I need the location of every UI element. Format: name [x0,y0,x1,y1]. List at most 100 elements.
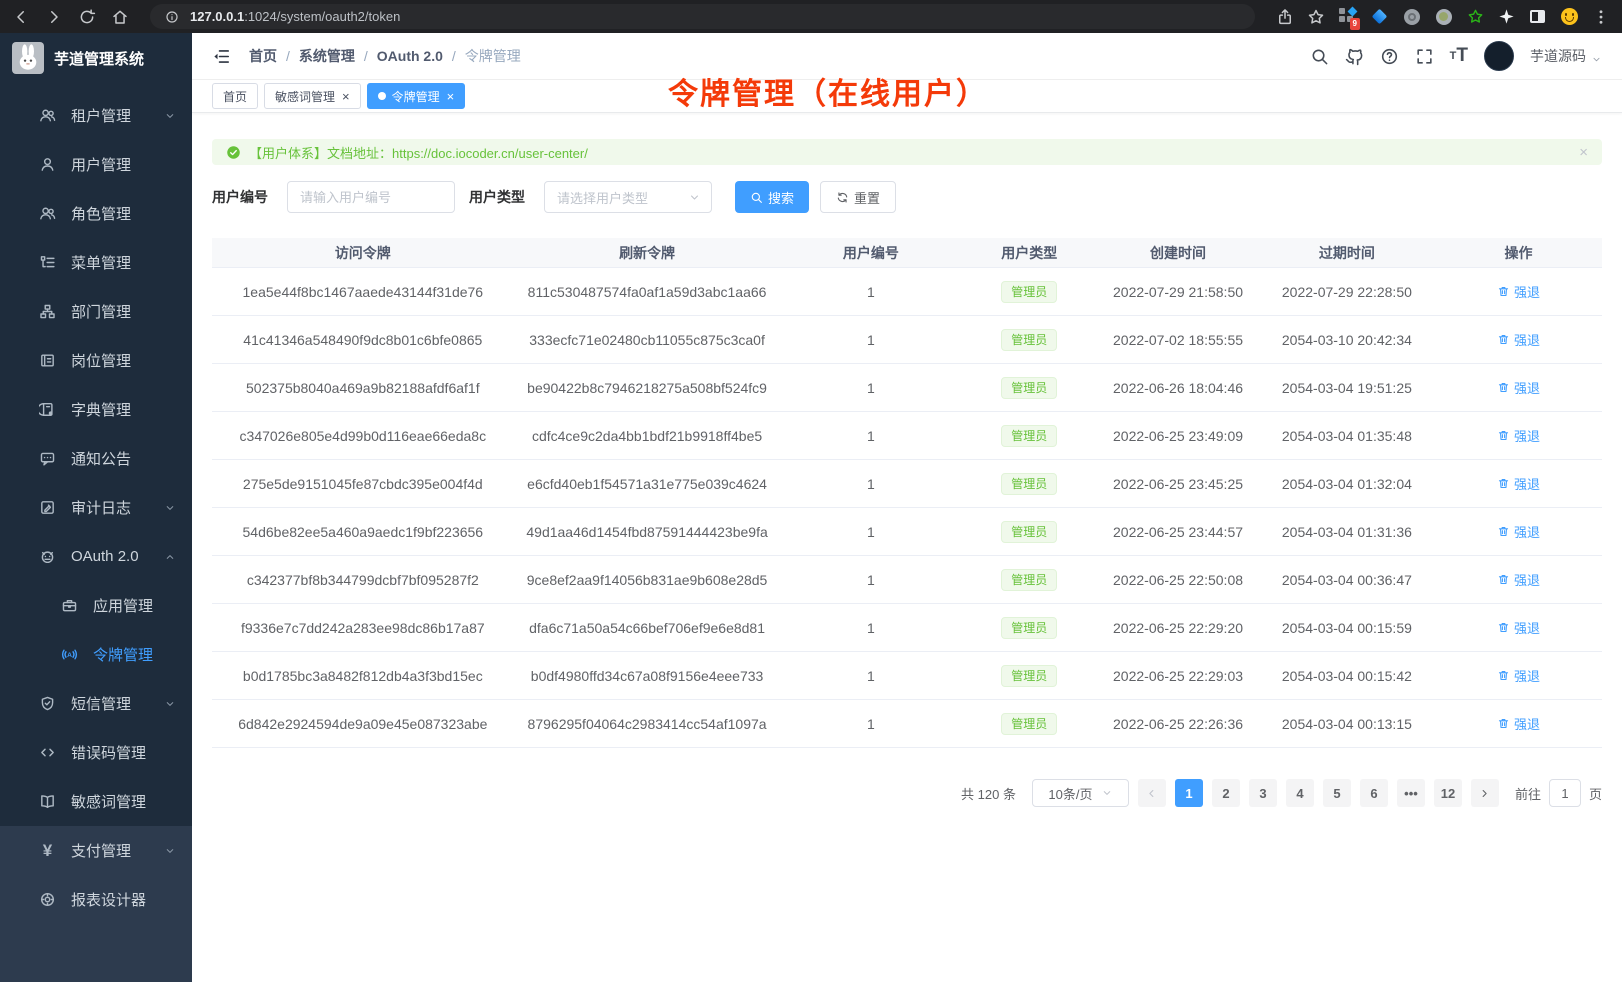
help-icon[interactable] [1380,47,1399,66]
home-icon[interactable] [111,8,129,26]
user-type-select[interactable]: 请选择用户类型 [544,181,712,213]
sidebar-item-notice[interactable]: 通知公告 [0,434,192,483]
sidebar-collapse-icon[interactable] [212,47,231,66]
extension-side-panel-icon[interactable] [1528,7,1547,26]
next-page-button[interactable] [1471,779,1499,807]
prev-page-button[interactable] [1138,779,1166,807]
browser-actions: 9 [1276,7,1610,26]
user-type-badge: 管理员 [1001,617,1057,639]
sidebar-item-report-designer[interactable]: 报表设计器 [0,875,192,924]
sidebar-item-oauth2[interactable]: OAuth 2.0 [0,532,192,581]
page-button-12[interactable]: 12 [1434,779,1462,807]
sidebar-item-audit-log[interactable]: 审计日志 [0,483,192,532]
page-button-1[interactable]: 1 [1175,779,1203,807]
search-button[interactable]: 搜索 [735,181,809,213]
access-token-cell: 6d842e2924594de9a09e45e087323abe [212,716,514,732]
user-name: 芋道源码 [1530,46,1586,66]
page-ellipsis-button[interactable]: ••• [1397,779,1425,807]
doc-alert: 【用户体系】文档地址：https://doc.iocoder.cn/user-c… [212,139,1602,165]
page-button-6[interactable]: 6 [1360,779,1388,807]
user-type-badge: 管理员 [1001,521,1057,543]
sidebar-item-tenant[interactable]: 租户管理 [0,91,192,140]
goto-suffix: 页 [1589,784,1602,803]
force-logout-button[interactable]: 强退 [1497,282,1540,301]
sidebar-item-sensitive-word[interactable]: 敏感词管理 [0,777,192,826]
font-size-icon[interactable]: TT [1450,45,1468,67]
force-logout-button[interactable]: 强退 [1497,666,1540,685]
gem-shape [1372,9,1388,25]
force-logout-button[interactable]: 强退 [1497,714,1540,733]
sidebar-item-oauth2-application[interactable]: 应用管理 [0,581,192,630]
page-button-3[interactable]: 3 [1249,779,1277,807]
force-logout-button[interactable]: 强退 [1497,378,1540,397]
doc-link[interactable]: https://doc.iocoder.cn/user-center/ [392,146,588,161]
extension-pinwheel-icon[interactable] [1497,8,1515,26]
tab-home[interactable]: 首页 [212,83,258,109]
refresh-token-cell: 49d1aa46d1454fbd87591444423be9fa [514,524,781,540]
info-icon[interactable] [163,8,181,26]
dot-shape [1436,9,1452,25]
force-logout-button[interactable]: 强退 [1497,618,1540,637]
sidebar-item-post[interactable]: 岗位管理 [0,336,192,385]
tab-close-icon[interactable]: × [447,90,455,103]
user-avatar[interactable] [1484,41,1514,71]
sidebar-item-sms[interactable]: 短信管理 [0,679,192,728]
sidebar-item-oauth2-token[interactable]: A令牌管理 [0,630,192,679]
extension-ring-icon[interactable] [1402,7,1421,26]
force-logout-button[interactable]: 强退 [1497,522,1540,541]
force-logout-button[interactable]: 强退 [1497,570,1540,589]
extension-dot-icon[interactable] [1434,7,1453,26]
url-bar[interactable]: 127.0.0.1:1024/system/oauth2/token [150,4,1255,29]
sidebar-item-pay[interactable]: ¥支付管理 [0,826,192,875]
goto-page-input[interactable] [1549,779,1581,807]
force-logout-button[interactable]: 强退 [1497,426,1540,445]
tab-close-icon[interactable]: × [342,90,350,103]
tab-sensitive-word[interactable]: 敏感词管理× [264,83,361,109]
svg-text:A: A [67,652,72,659]
sidebar-item-menu[interactable]: 菜单管理 [0,238,192,287]
search-icon[interactable] [1310,47,1329,66]
back-icon[interactable] [12,8,30,26]
profile-emoji-icon[interactable] [1560,7,1579,26]
sidebar-item-role[interactable]: 角色管理 [0,189,192,238]
sidebar-item-dict[interactable]: 字典管理 [0,385,192,434]
page-button-2[interactable]: 2 [1212,779,1240,807]
access-token-cell: 275e5de9151045fe87cbdc395e004f4d [212,476,514,492]
breadcrumb-separator: / [364,48,368,64]
force-logout-button[interactable]: 强退 [1497,474,1540,493]
forward-icon[interactable] [45,8,63,26]
sidebar-item-user[interactable]: 用户管理 [0,140,192,189]
app-logo[interactable]: 芋道管理系统 [0,33,192,83]
user-id-input[interactable] [287,181,455,213]
force-logout-label: 强退 [1514,618,1540,637]
alert-close-icon[interactable]: × [1579,144,1588,161]
extension-grid-icon[interactable]: 9 [1338,7,1357,26]
force-logout-label: 强退 [1514,570,1540,589]
github-icon[interactable] [1345,47,1364,66]
breadcrumb-item-1[interactable]: 系统管理 [299,46,355,66]
breadcrumb-item-2[interactable]: OAuth 2.0 [377,48,443,64]
page-button-4[interactable]: 4 [1286,779,1314,807]
audit-icon [38,498,57,517]
force-logout-button[interactable]: 强退 [1497,330,1540,349]
reset-button[interactable]: 重置 [820,181,896,213]
column-header-4: 创建时间 [1097,243,1258,263]
user-type-cell: 管理员 [961,377,1097,399]
page-size-select[interactable]: 10条/页 [1032,779,1129,807]
extension-green-star-icon[interactable] [1466,8,1484,26]
sidebar-item-dept[interactable]: 部门管理 [0,287,192,336]
fullscreen-icon[interactable] [1415,47,1434,66]
page-button-5[interactable]: 5 [1323,779,1351,807]
extension-gem-icon[interactable] [1370,7,1389,26]
user-menu[interactable]: 芋道源码 [1530,46,1602,66]
sidebar-item-error-code[interactable]: 错误码管理 [0,728,192,777]
user-type-placeholder: 请选择用户类型 [557,188,648,207]
share-icon[interactable] [1276,8,1294,26]
tab-token[interactable]: 令牌管理× [367,83,466,109]
bookmark-star-icon[interactable] [1307,8,1325,26]
created-at-cell: 2022-07-02 18:55:55 [1097,332,1258,348]
reload-icon[interactable] [78,8,96,26]
breadcrumb-item-0[interactable]: 首页 [249,46,277,66]
user-id-cell: 1 [781,524,962,540]
browser-menu-icon[interactable] [1592,8,1610,26]
